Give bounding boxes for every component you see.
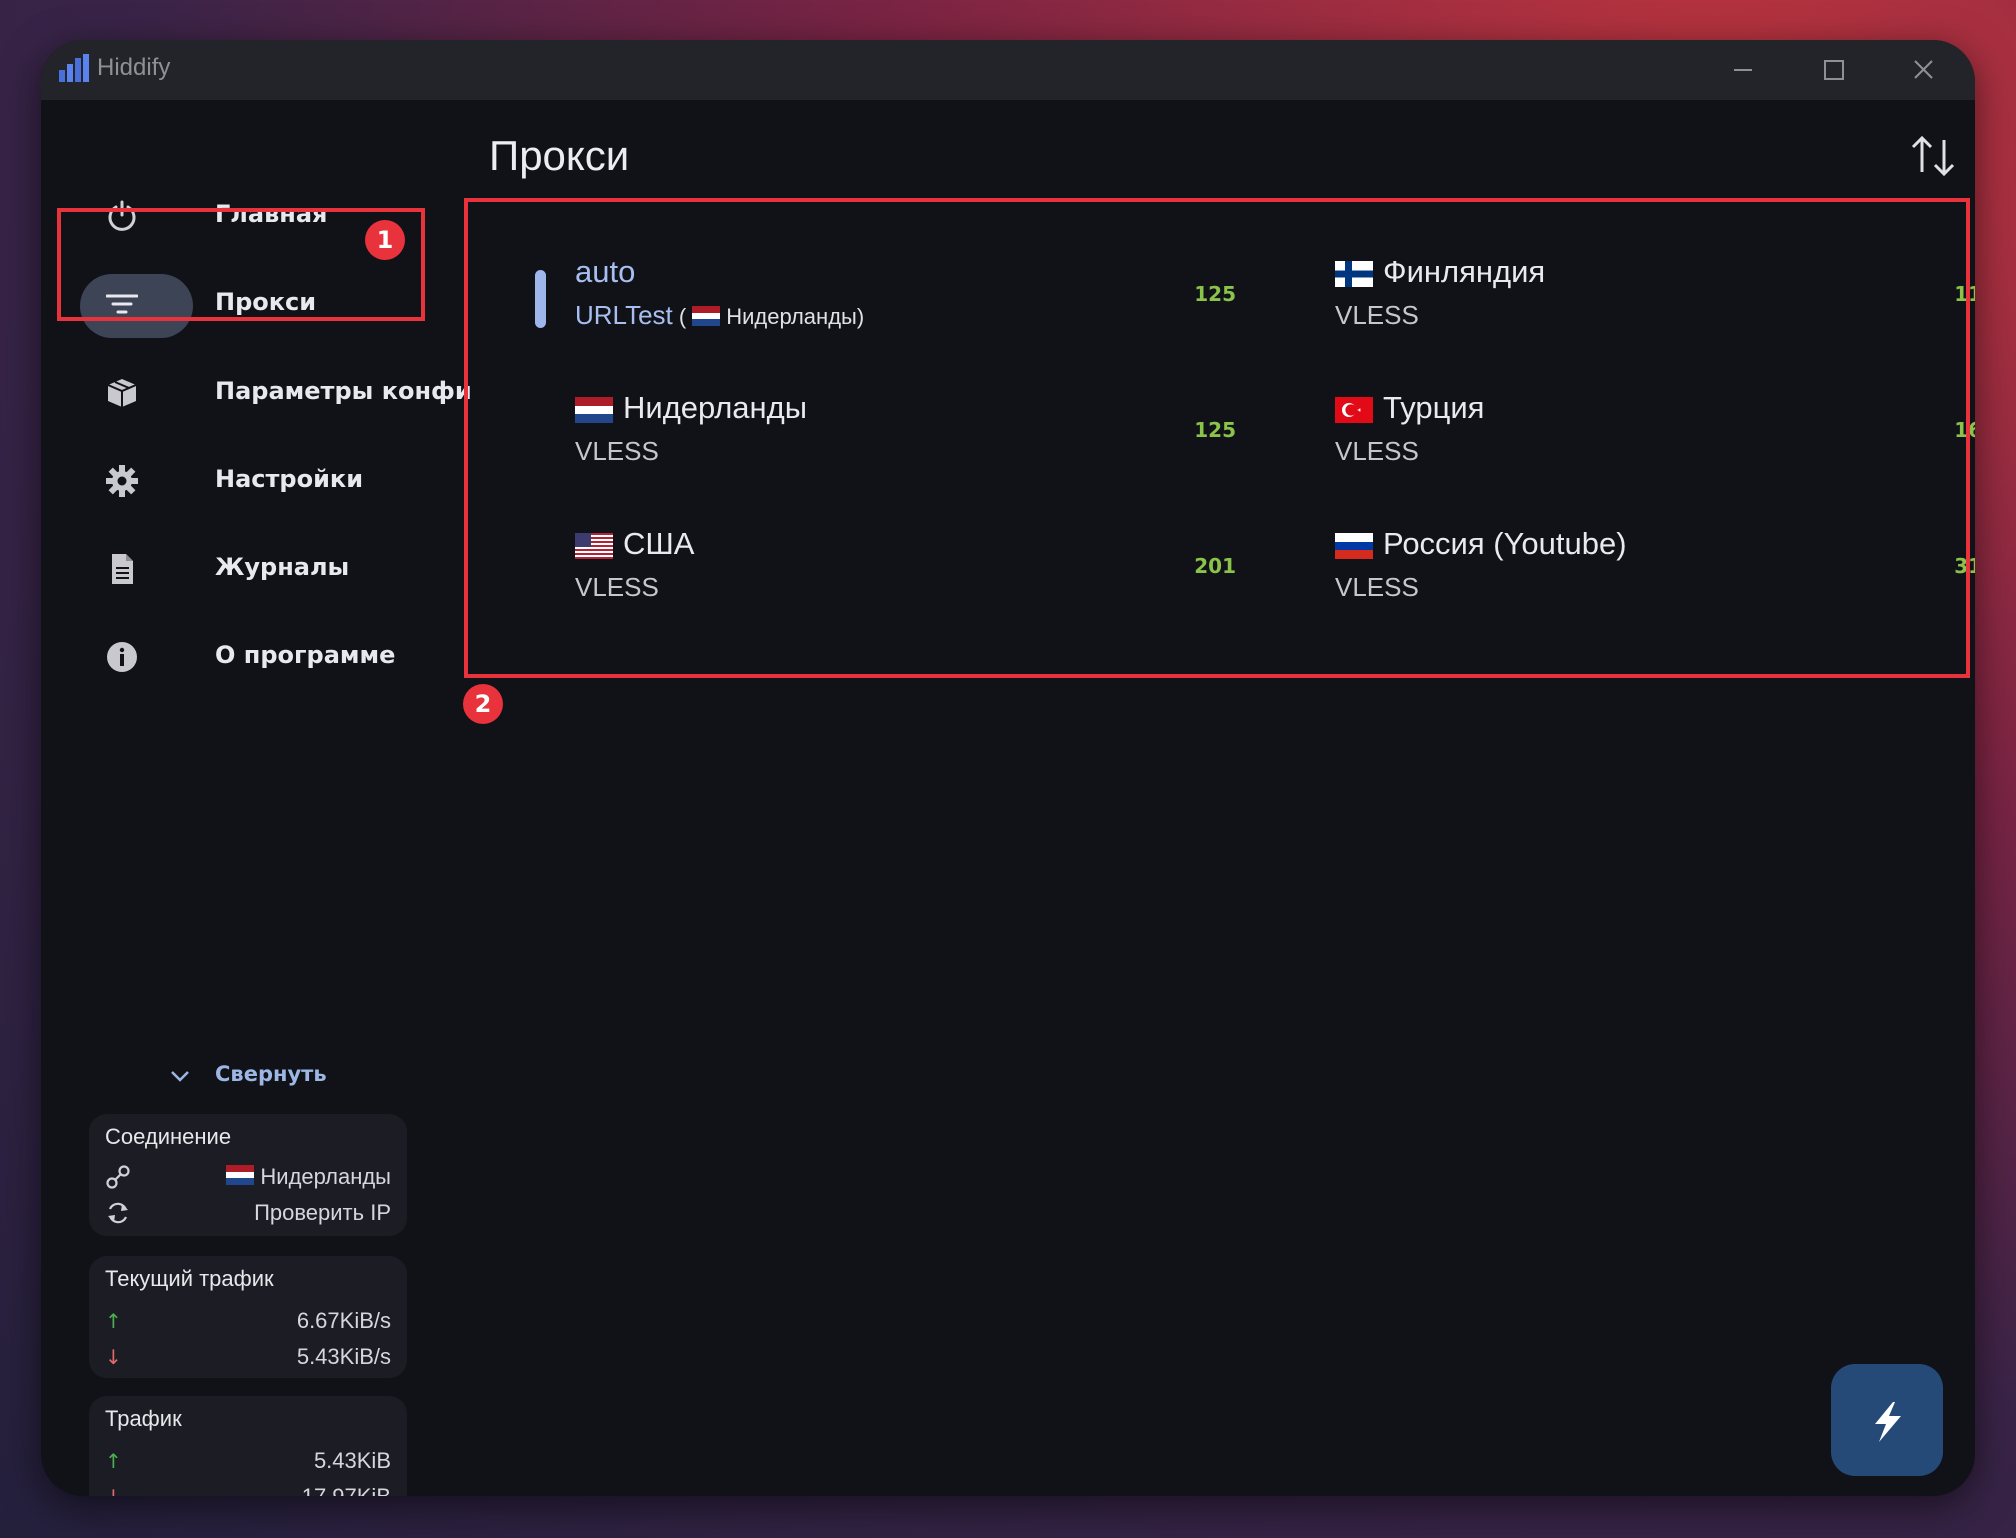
lightning-icon	[1875, 1402, 1901, 1442]
sidebar-item-label: О программе	[215, 641, 396, 669]
close-button[interactable]	[1903, 52, 1943, 88]
minimize-button[interactable]	[1723, 52, 1763, 88]
annotation-badge-1: 1	[365, 220, 405, 260]
gear-icon	[94, 453, 150, 509]
arrow-up-icon: ↑	[105, 1449, 122, 1473]
sort-icon	[1911, 135, 1955, 177]
traffic-card: Трафик ↑ 5.43KiB ↓ 17.97KiB	[89, 1396, 407, 1496]
refresh-icon[interactable]	[105, 1200, 131, 1226]
sidebar-item-label: Настройки	[215, 465, 364, 493]
sort-button[interactable]	[1907, 130, 1959, 182]
sidebar-item-label: Параметры конфи	[215, 377, 472, 405]
download-total: 17.97KiB	[302, 1484, 391, 1496]
annotation-badge-2: 2	[463, 684, 503, 724]
package-icon	[94, 365, 150, 421]
sidebar-item-config-options[interactable]: Параметры конфи	[41, 353, 472, 433]
connection-card: Соединение Нидерланды Проверить IP	[89, 1114, 407, 1236]
card-title: Трафик	[105, 1406, 182, 1431]
quick-connect-button[interactable]	[1831, 1364, 1943, 1476]
sidebar-item-logs[interactable]: Журналы	[41, 529, 461, 609]
current-traffic-card: Текущий трафик ↑ 6.67KiB/s ↓ 5.43KiB/s	[89, 1256, 407, 1378]
arrow-down-icon: ↓	[105, 1345, 122, 1369]
arrow-up-icon: ↑	[105, 1309, 122, 1333]
collapse-label: Свернуть	[215, 1062, 327, 1086]
maximize-button[interactable]	[1813, 52, 1853, 88]
sidebar-item-settings[interactable]: Настройки	[41, 441, 461, 521]
document-icon	[94, 541, 150, 597]
link-icon	[105, 1164, 131, 1190]
chevron-down-icon	[168, 1064, 192, 1092]
card-title: Соединение	[105, 1124, 232, 1149]
connection-server[interactable]: Нидерланды	[220, 1164, 391, 1191]
sidebar-item-label: Журналы	[215, 553, 350, 581]
window-title: Hiddify	[97, 54, 171, 81]
hiddify-logo-icon	[57, 54, 91, 84]
check-ip-button[interactable]: Проверить IP	[254, 1200, 391, 1226]
netherlands-flag-icon	[226, 1165, 255, 1191]
upload-total: 5.43KiB	[313, 1448, 391, 1473]
connection-server-label: Нидерланды	[260, 1164, 391, 1189]
download-speed: 5.43KiB/s	[296, 1344, 391, 1369]
upload-speed: 6.67KiB/s	[296, 1308, 391, 1333]
title-bar: Hiddify	[41, 40, 1975, 100]
arrow-down-icon: ↓	[105, 1484, 131, 1496]
card-title: Текущий трафик	[105, 1266, 274, 1291]
sidebar-item-about[interactable]: О программе	[41, 617, 461, 697]
page-title: Прокси	[489, 132, 630, 179]
annotation-box-2	[464, 198, 1970, 678]
info-icon	[94, 629, 150, 685]
